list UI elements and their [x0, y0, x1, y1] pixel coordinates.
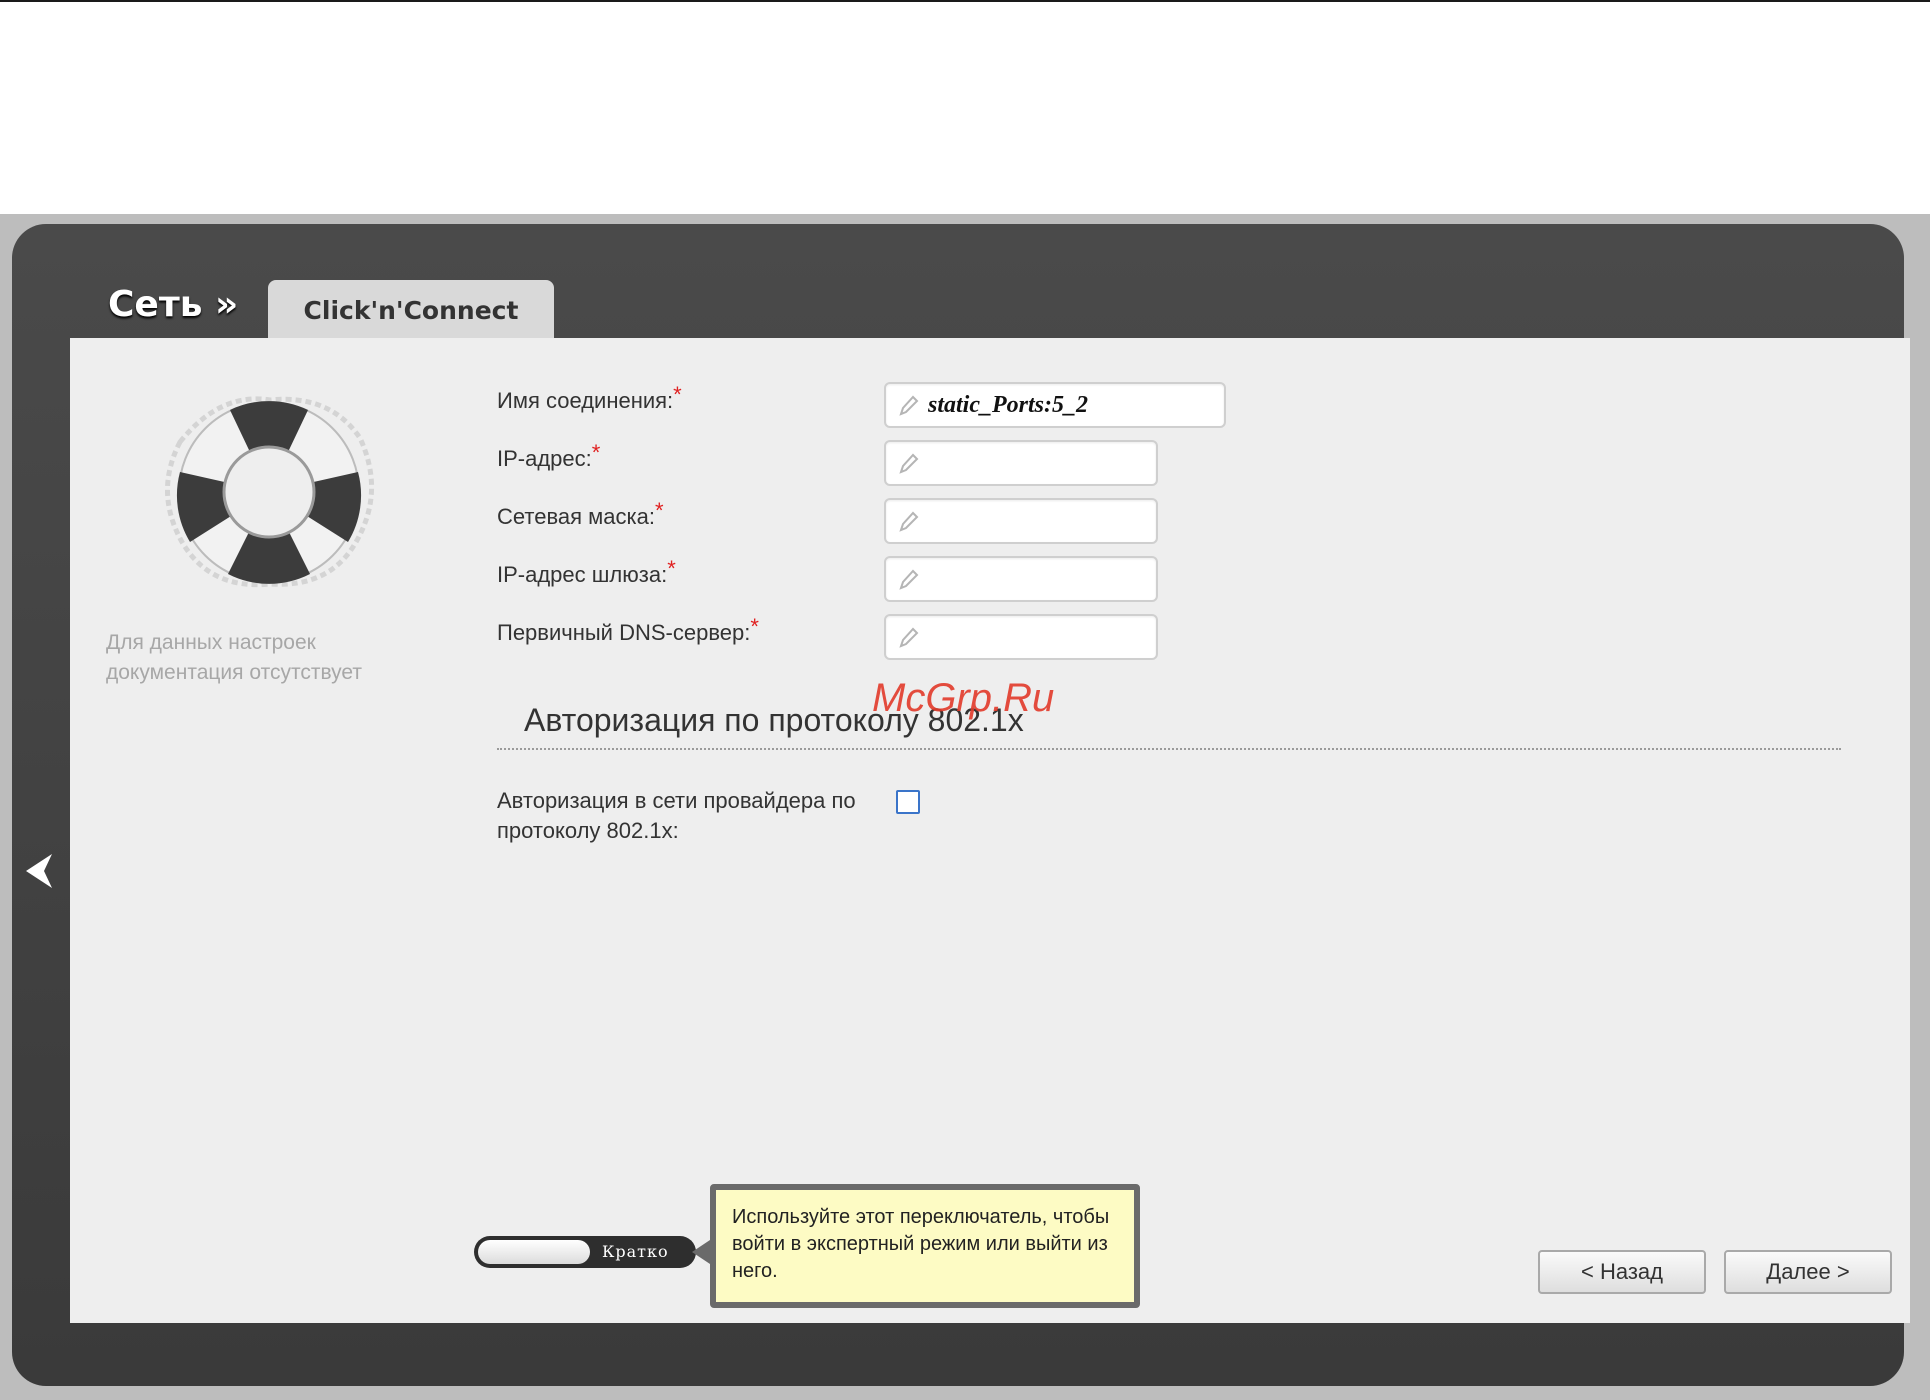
- connection-name-input[interactable]: [926, 388, 1216, 422]
- required-mark: *: [673, 382, 682, 407]
- ip-address-field[interactable]: [884, 440, 1158, 486]
- watermark: McGrp.Ru: [872, 676, 1055, 720]
- pencil-icon: [899, 395, 919, 416]
- subnet-mask-field[interactable]: [884, 498, 1158, 544]
- expert-mode-toggle[interactable]: Кратко: [474, 1236, 696, 1268]
- tab-clickn-connect[interactable]: Click'n'Connect: [268, 280, 554, 340]
- label-connection-name: Имя соединения:*: [497, 382, 682, 414]
- back-button[interactable]: < Назад: [1538, 1250, 1706, 1294]
- section-divider: [497, 748, 1841, 750]
- auth-8021x-checkbox[interactable]: [896, 790, 920, 814]
- mode-tooltip: Используйте этот переключатель, чтобы во…: [710, 1184, 1140, 1308]
- required-mark: *: [654, 498, 664, 523]
- pencil-icon: [899, 627, 919, 648]
- pencil-icon: [899, 453, 919, 474]
- label-text: IP-адрес:: [497, 446, 592, 471]
- breadcrumb[interactable]: Сеть »: [108, 284, 238, 325]
- pencil-icon: [899, 511, 919, 532]
- label-text: Первичный DNS-сервер:: [497, 620, 751, 645]
- top-rule: [0, 0, 1930, 2]
- label-ip-address: IP-адрес:*: [497, 440, 600, 472]
- doc-note: Для данных настроек документация отсутст…: [106, 631, 363, 684]
- gateway-ip-field[interactable]: [884, 556, 1158, 602]
- tooltip-tail: [692, 1240, 710, 1264]
- required-mark: *: [750, 614, 759, 639]
- label-gateway-ip: IP-адрес шлюза:*: [497, 556, 676, 588]
- primary-dns-input[interactable]: [926, 620, 1148, 654]
- auth-8021x-label: Авторизация в сети провайдера по протоко…: [497, 788, 856, 843]
- label-subnet-mask: Сетевая маска:*: [497, 498, 664, 530]
- required-mark: *: [667, 556, 676, 581]
- primary-dns-field[interactable]: [884, 614, 1158, 660]
- lifebuoy-icon: [165, 396, 375, 588]
- label-text: Сетевая маска:: [497, 504, 655, 529]
- label-text: Имя соединения:: [497, 388, 674, 413]
- ip-address-input[interactable]: [926, 446, 1148, 480]
- toggle-knob[interactable]: [478, 1240, 590, 1264]
- pencil-icon: [899, 569, 919, 590]
- label-primary-dns: Первичный DNS-сервер:*: [497, 614, 759, 646]
- subnet-mask-input[interactable]: [926, 504, 1148, 538]
- label-text: IP-адрес шлюза:: [497, 562, 668, 587]
- gateway-ip-input[interactable]: [926, 562, 1148, 596]
- connection-name-field[interactable]: [884, 382, 1226, 428]
- next-button[interactable]: Далее >: [1724, 1250, 1892, 1294]
- toggle-label: Кратко: [602, 1242, 669, 1261]
- required-mark: *: [591, 440, 601, 465]
- back-arrow-icon[interactable]: [22, 852, 56, 890]
